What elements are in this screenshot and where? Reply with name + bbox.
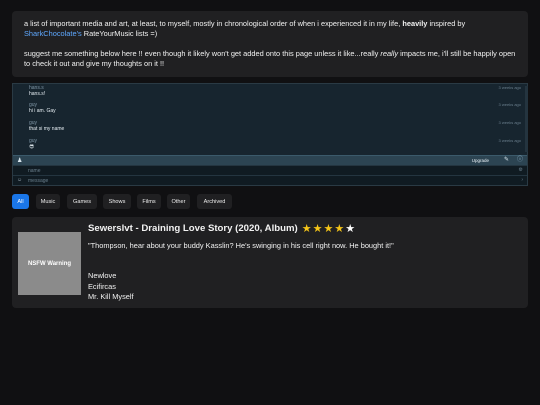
send-icon[interactable]: › (521, 177, 523, 183)
cover-thumbnail[interactable]: NSFW Warning (18, 232, 81, 295)
card-title-text: Sewerslvt - Draining Love Story (2020, A… (88, 223, 298, 234)
edit-icon[interactable]: ✎ (504, 157, 509, 163)
card-quote: "Thompson, hear about your buddy Kasslin… (88, 241, 394, 250)
tab-music[interactable]: Music (36, 194, 60, 209)
chat-name-field[interactable]: name ⚙ (13, 165, 527, 175)
chat-messages[interactable]: hans.s hans.s! 3 weeks ago guy hi i am. … (13, 84, 529, 155)
tab-films[interactable]: Films (137, 194, 161, 209)
chat-message: guy that si my name 3 weeks ago (29, 120, 525, 132)
intro-text: a list of important media and art, at le… (24, 19, 403, 28)
chat-time: 3 weeks ago (498, 85, 521, 90)
rating-stars: ★ ★ ★ ★ ★ (301, 222, 356, 235)
tab-games[interactable]: Games (67, 194, 97, 209)
upgrade-link[interactable]: Upgrade (472, 158, 489, 164)
chat-time: 3 weeks ago (498, 120, 521, 125)
sharkchocolate-link[interactable]: SharkChocolate's (24, 29, 82, 38)
media-card: NSFW Warning Sewerslvt - Draining Love S… (12, 217, 528, 308)
chat-text: hans.s! (29, 91, 46, 97)
chat-message-field[interactable]: ☺ message › (13, 175, 527, 185)
chat-message: guy 😎 3 weeks ago (29, 138, 525, 150)
tab-all[interactable]: All (12, 194, 29, 209)
message-placeholder: message (28, 178, 49, 184)
tab-shows[interactable]: Shows (103, 194, 131, 209)
name-placeholder: name (28, 168, 41, 174)
intro-text: inspired by (427, 19, 466, 28)
intro-italic-text: really (380, 49, 399, 58)
chat-time: 3 weeks ago (498, 138, 521, 143)
star-icon: ★ (334, 222, 345, 235)
emoji-icon[interactable]: ☺ (17, 177, 22, 183)
person-icon[interactable]: ♟ (17, 158, 22, 164)
chat-text: 😎 (29, 144, 35, 150)
chat-time: 3 weeks ago (498, 102, 521, 107)
info-icon[interactable]: ⓘ (517, 157, 523, 163)
chatbox: hans.s hans.s! 3 weeks ago guy hi i am. … (12, 83, 528, 186)
track-list: Newlove Ecifircas Mr. Kill Myself (88, 271, 134, 303)
tab-other[interactable]: Other (167, 194, 190, 209)
tab-archived[interactable]: Archived (197, 194, 232, 209)
chat-message: hans.s hans.s! 3 weeks ago (29, 85, 525, 97)
star-icon: ★ (312, 222, 323, 235)
track-item: Newlove (88, 271, 117, 280)
card-title: Sewerslvt - Draining Love Story (2020, A… (88, 223, 355, 234)
chat-toolbar: ♟ Upgrade ✎ ⓘ (13, 155, 527, 165)
intro-bold-text: heavily (402, 19, 428, 28)
intro-panel: a list of important media and art, at le… (12, 11, 528, 77)
intro-text: RateYourMusic lists =) (81, 29, 158, 38)
chat-text: that si my name (29, 126, 65, 132)
intro-text: suggest me something below here !! even … (24, 49, 381, 58)
track-item: Mr. Kill Myself (88, 292, 134, 301)
track-item: Ecifircas (88, 281, 116, 291)
star-icon: ★ (323, 222, 334, 235)
chat-scrollbar[interactable] (525, 86, 528, 152)
chat-message: guy hi i am. Gay 3 weeks ago (29, 102, 525, 114)
chat-text: hi i am. Gay (29, 108, 56, 114)
star-icon: ★ (301, 222, 312, 235)
intro-paragraph-2: suggest me something below here !! even … (24, 49, 516, 69)
star-icon: ★ (345, 222, 356, 235)
intro-paragraph-1: a list of important media and art, at le… (24, 19, 516, 39)
settings-icon[interactable]: ⚙ (519, 167, 523, 173)
